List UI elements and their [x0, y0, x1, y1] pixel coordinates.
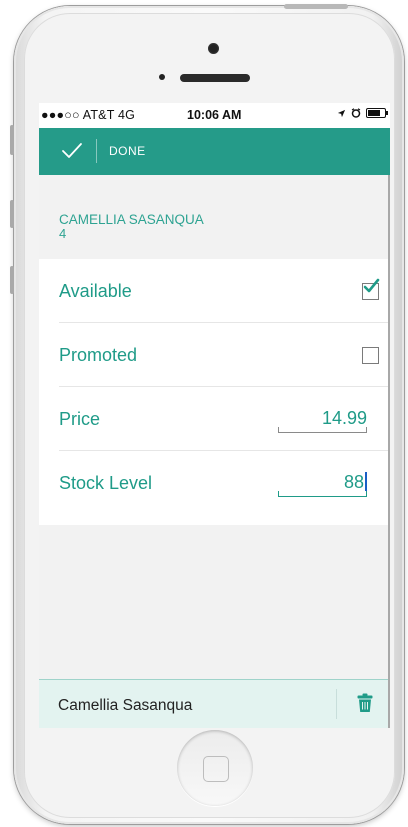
row-promoted: Promoted: [39, 323, 390, 387]
nav-divider: [96, 139, 97, 163]
status-indicators: [337, 108, 388, 118]
text-cursor: [365, 472, 367, 491]
price-label: Price: [59, 409, 101, 429]
product-form: Available Promoted Price 14.99 Stock Lev…: [39, 259, 390, 525]
promoted-label: Promoted: [59, 345, 138, 365]
volume-down-button: [10, 266, 14, 294]
location-arrow-icon: [337, 109, 346, 117]
stock-level-label: Stock Level: [59, 473, 153, 493]
status-bar: ●●●○○ AT&T 4G 10:06 AM: [39, 103, 390, 128]
battery-icon: [366, 108, 388, 118]
home-button[interactable]: [177, 730, 253, 806]
checkmark-icon[interactable]: [61, 141, 83, 161]
bottom-bar: Camellia Sasanqua: [39, 679, 390, 728]
earpiece-speaker: [180, 74, 250, 82]
app-screen: ●●●○○ AT&T 4G 10:06 AM DONE CAMELLIA SAS…: [39, 103, 390, 728]
bottom-divider: [336, 689, 337, 719]
product-name: CAMELLIA SASANQUA: [59, 212, 204, 227]
price-input[interactable]: 14.99: [278, 408, 367, 433]
done-button[interactable]: DONE: [109, 144, 146, 158]
row-stock-level: Stock Level 88: [39, 451, 390, 515]
stock-level-input[interactable]: 88: [278, 472, 367, 497]
row-available: Available: [39, 259, 390, 323]
status-time: 10:06 AM: [187, 108, 242, 122]
nav-bar: DONE: [39, 128, 390, 175]
trash-icon[interactable]: [357, 693, 373, 713]
front-camera: [208, 43, 219, 54]
volume-up-button: [10, 200, 14, 228]
promoted-checkbox[interactable]: [362, 347, 379, 364]
screen-edge: [388, 175, 390, 728]
proximity-sensor: [159, 74, 165, 80]
mute-switch: [10, 125, 14, 155]
row-price: Price 14.99: [39, 387, 390, 451]
price-value: 14.99: [321, 408, 367, 428]
power-button: [284, 4, 348, 9]
carrier-signal: ●●●○○ AT&T 4G: [41, 108, 136, 122]
alarm-clock-icon: [351, 108, 361, 118]
home-square-icon: [203, 756, 229, 782]
product-subtitle: 4: [59, 226, 67, 241]
stock-level-value: 88: [343, 472, 364, 492]
available-label: Available: [59, 281, 132, 301]
checkmark-icon: [363, 278, 380, 293]
item-name: Camellia Sasanqua: [58, 697, 193, 714]
